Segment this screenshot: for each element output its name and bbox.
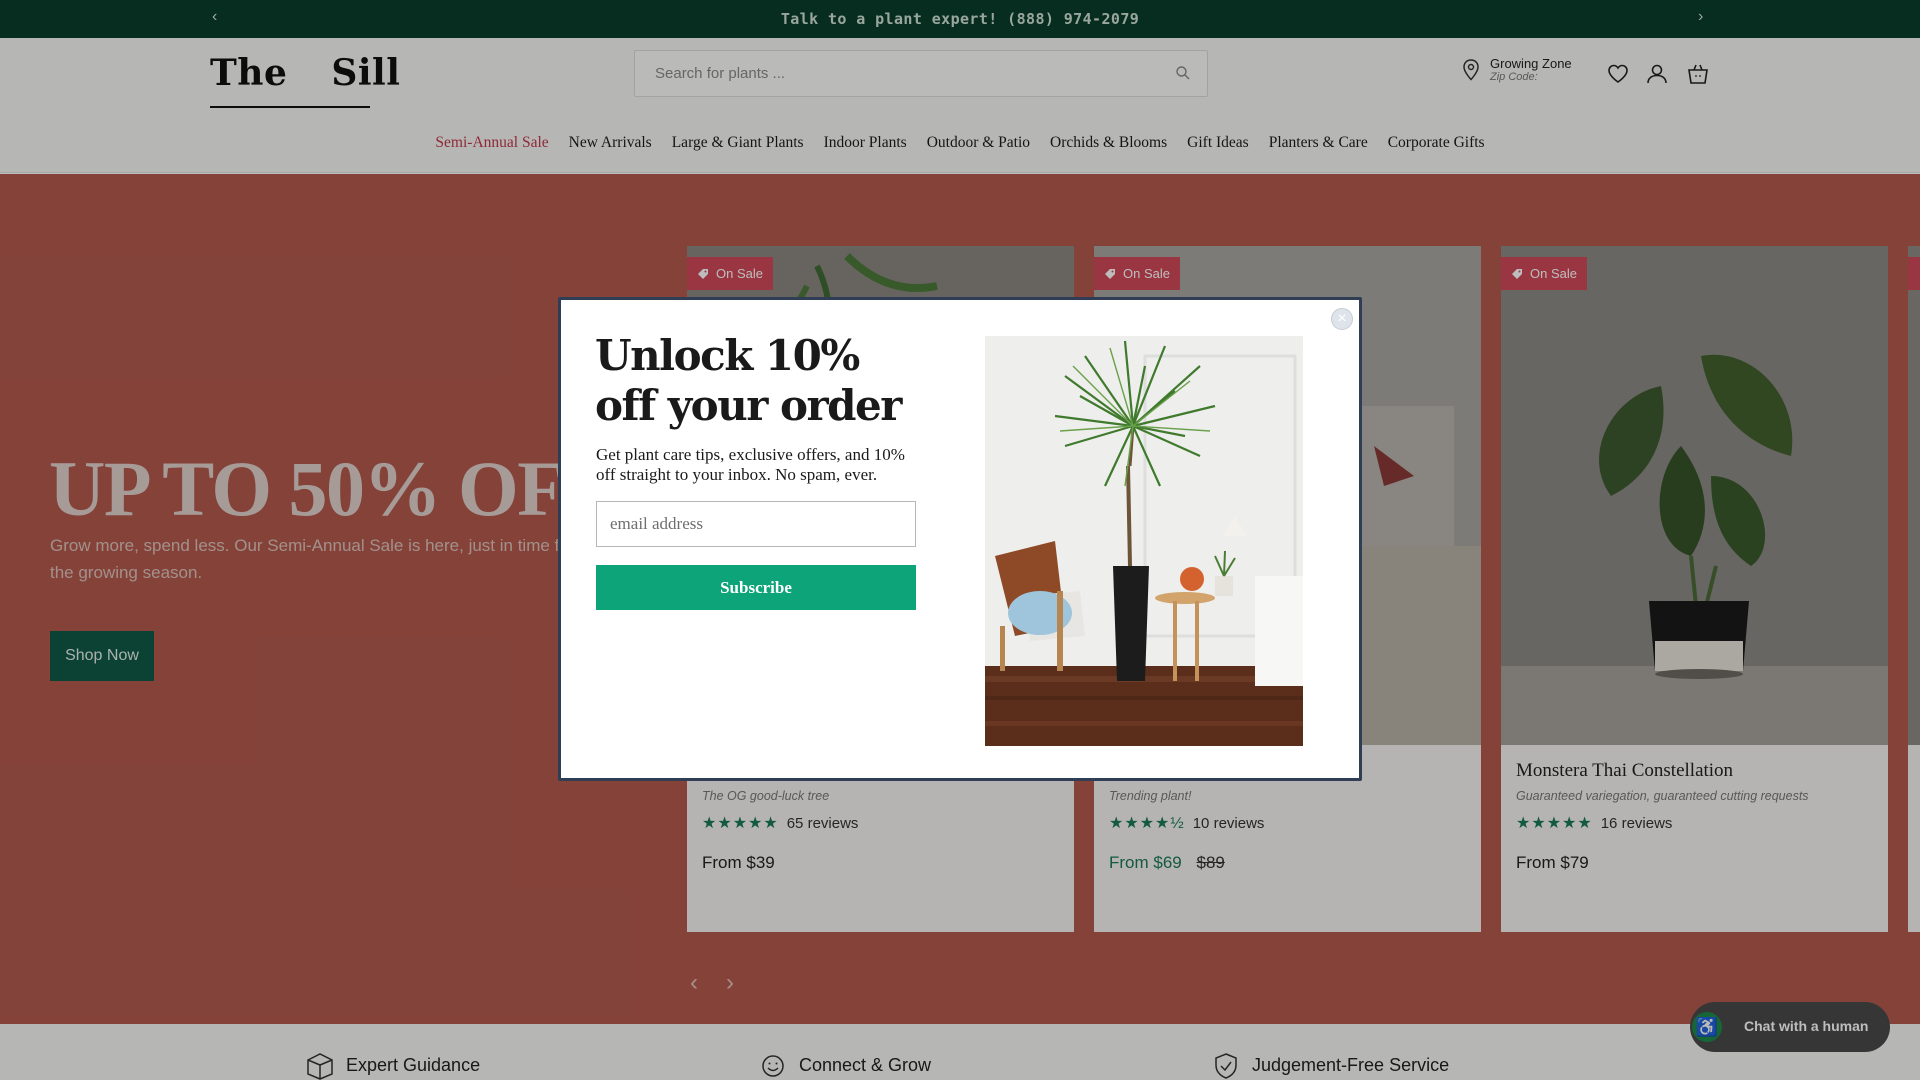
- modal-title: Unlock 10% off your order: [595, 331, 902, 430]
- newsletter-modal: × Unlock 10% off your order Get plant ca…: [558, 297, 1362, 781]
- modal-description: Get plant care tips, exclusive offers, a…: [596, 445, 905, 484]
- subscribe-button[interactable]: Subscribe: [596, 565, 916, 610]
- modal-plant-image: [985, 336, 1303, 746]
- close-icon[interactable]: ×: [1331, 308, 1353, 330]
- email-field[interactable]: [596, 501, 916, 547]
